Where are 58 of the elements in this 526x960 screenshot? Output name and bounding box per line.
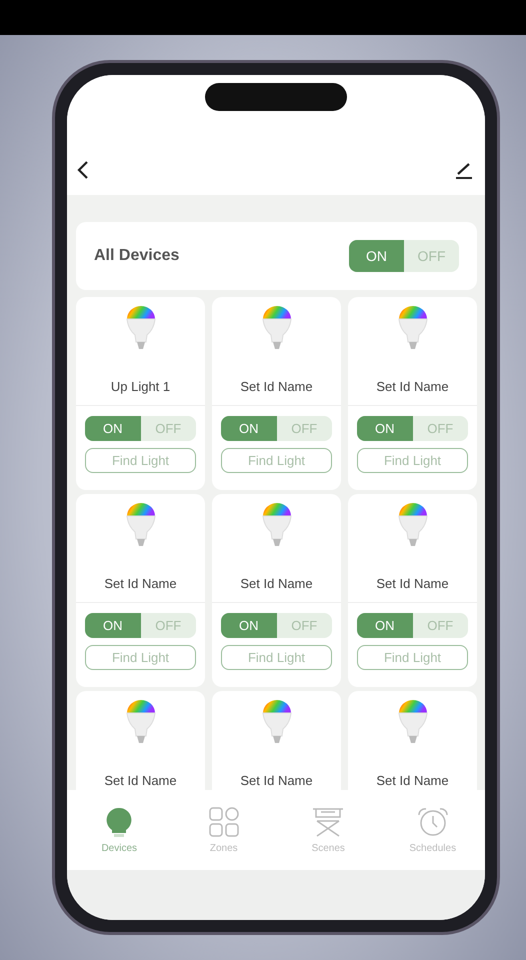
device-card[interactable]: Set Id Name ON OFF Find Light [212,297,341,490]
all-devices-toggle[interactable]: ON OFF [349,240,459,272]
device-toggle[interactable]: ON OFF [357,416,468,441]
device-name: Set Id Name [376,773,449,790]
edit-icon[interactable] [455,161,473,179]
on-option[interactable]: ON [221,416,276,441]
bulb-icon [262,699,292,745]
device-name: Set Id Name [240,576,313,593]
device-name: Set Id Name [104,576,177,593]
device-name: Set Id Name [240,379,313,396]
on-option[interactable]: ON [85,613,140,638]
tab[interactable]: Scenes [288,806,368,854]
device-toggle[interactable]: ON OFF [221,416,332,441]
bulb-icon [262,502,292,548]
device-card[interactable]: Set Id Name [348,691,477,790]
bulb-icon [398,502,428,548]
device-toggle[interactable]: ON OFF [357,613,468,638]
bulb-icon [126,699,156,745]
on-option[interactable]: ON [357,416,412,441]
device-name: Set Id Name [376,576,449,593]
device-card[interactable]: Set Id Name ON OFF Find Light [76,494,205,687]
find-light-button[interactable]: Find Light [221,645,332,670]
alarm-clock-icon [416,806,449,836]
bulb-icon [398,699,428,745]
on-option[interactable]: ON [85,416,140,441]
device-name: Set Id Name [104,773,177,790]
back-icon[interactable] [77,161,89,179]
on-option[interactable]: ON [357,613,412,638]
find-light-button[interactable]: Find Light [221,448,332,473]
device-card[interactable]: Set Id Name ON OFF Find Light [212,494,341,687]
device-card[interactable]: Set Id Name ON OFF Find Light [348,494,477,687]
find-light-button[interactable]: Find Light [357,645,468,670]
device-name: Set Id Name [376,379,449,396]
device-toggle[interactable]: ON OFF [85,416,196,441]
device-name: Set Id Name [240,773,313,790]
on-option[interactable]: ON [221,613,276,638]
bulb-icon [262,305,292,351]
device-card[interactable]: Set Id Name [76,691,205,790]
device-card[interactable]: Set Id Name [212,691,341,790]
bulb-icon [398,305,428,351]
device-card[interactable]: Up Light 1 ON OFF Find Light [76,297,205,490]
tab[interactable]: Schedules [392,806,473,854]
device-toggle[interactable]: ON OFF [221,613,332,638]
device-toggle[interactable]: ON OFF [85,613,196,638]
device-card[interactable]: Set Id Name ON OFF Find Light [348,297,477,490]
bulb-icon [126,305,156,351]
find-light-button[interactable]: Find Light [357,448,468,473]
director-chair-icon [311,806,346,836]
tab[interactable]: Zones [184,806,264,854]
all-devices-label: All Devices [94,247,180,265]
find-light-button[interactable]: Find Light [85,448,196,473]
device-name: Up Light 1 [110,379,170,396]
tab[interactable]: Devices [79,806,160,854]
bulb-icon [126,502,156,548]
grid-icon [208,806,239,836]
find-light-button[interactable]: Find Light [85,645,196,670]
on-option[interactable]: ON [349,240,404,272]
lightbulb-icon [106,806,132,836]
